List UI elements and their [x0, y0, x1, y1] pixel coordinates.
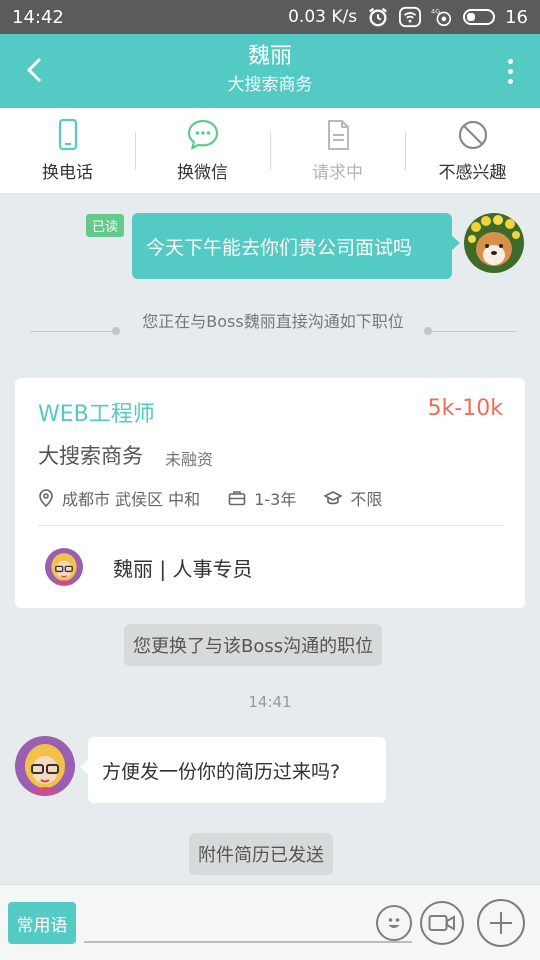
ban-icon [458, 120, 487, 150]
more-dot [507, 78, 513, 84]
quick-phrases-button[interactable]: 常用语 [8, 902, 76, 944]
woman-avatar-icon [45, 548, 83, 586]
network-speed: 0.03 K/s [288, 7, 358, 27]
my-avatar[interactable] [464, 213, 524, 273]
header-title: 魏丽 大搜索商务 [100, 42, 440, 98]
their-message-bubble[interactable]: 方便发一份你的简历过来吗? [80, 737, 386, 803]
battery-level: 16 [505, 6, 528, 28]
more-actions-button[interactable] [477, 899, 525, 947]
job-experience-text: 1-3年 [254, 490, 297, 509]
dog-avatar-icon [464, 213, 524, 273]
resume-sent-text: 附件简历已发送 [198, 845, 324, 866]
status-bar: 14:42 0.03 K/s 4G 16 [0, 0, 540, 34]
job-education: 不限 [324, 486, 382, 510]
contact-name: 魏丽 [247, 44, 292, 69]
video-camera-icon [428, 915, 455, 931]
not-interested-label: 不感兴趣 [438, 163, 507, 183]
more-vertical-icon [507, 58, 513, 64]
resume-sent-notice: 附件简历已发送 [189, 833, 333, 875]
briefcase-icon [228, 491, 246, 506]
exchange-phone-label: 换电话 [42, 163, 93, 183]
emoji-button[interactable] [376, 905, 412, 941]
job-funding-stage: 未融资 [165, 450, 214, 469]
woman-avatar-icon [15, 736, 75, 796]
battery-icon [463, 9, 496, 25]
chat-area[interactable]: 已读 今天下午能去你们贵公司面试吗 您正在与Boss魏丽直接沟通如下职位 WEB… [0, 194, 540, 884]
job-card[interactable]: WEB工程师 5k-10k 大搜索商务 未融资 成都市 武侯区 中和 1-3年 … [15, 378, 525, 608]
job-salary: 5k-10k [427, 396, 503, 421]
alarm-icon [369, 7, 388, 27]
quick-phrases-label: 常用语 [16, 915, 68, 936]
notice-dot-right [424, 327, 432, 335]
exchange-wechat-label: 换微信 [177, 163, 228, 183]
position-notice: 您正在与Boss魏丽直接沟通如下职位 [0, 312, 540, 354]
job-location-text: 成都市 武侯区 中和 [62, 490, 201, 509]
notice-line-right [432, 331, 517, 332]
signal-icon: 4G [431, 7, 452, 27]
exchange-wechat-button[interactable]: 换微信 [135, 108, 270, 193]
request-pending-label: 请求中 [312, 163, 363, 183]
action-bar: 换电话 换微信 请求中 不感兴趣 [0, 108, 540, 194]
exchange-phone-button[interactable]: 换电话 [0, 108, 135, 193]
input-bar: 常用语 [0, 884, 540, 960]
job-education-text: 不限 [350, 490, 383, 509]
notice-dot-left [112, 327, 120, 335]
document-icon [327, 120, 349, 150]
job-title: WEB工程师 [38, 402, 155, 427]
boss-name-title: 魏丽 | 人事专员 [113, 556, 253, 581]
my-message-text: 今天下午能去你们贵公司面试吗 [146, 236, 413, 259]
wechat-icon [187, 119, 218, 151]
graduation-cap-icon [324, 491, 343, 505]
switch-position-text: 您更换了与该Boss沟通的职位 [133, 636, 374, 657]
job-experience: 1-3年 [228, 486, 296, 510]
job-boss-row: 魏丽 | 人事专员 [45, 548, 252, 586]
switch-position-notice: 您更换了与该Boss沟通的职位 [124, 624, 383, 666]
job-meta: 成都市 武侯区 中和 1-3年 不限 [38, 486, 410, 510]
message-input[interactable] [84, 905, 412, 943]
their-message-text: 方便发一份你的简历过来吗? [102, 760, 341, 783]
more-menu-button[interactable] [498, 54, 522, 88]
smiley-icon [388, 918, 400, 928]
status-time: 14:42 [12, 6, 64, 28]
message-timestamp: 14:41 [248, 693, 292, 711]
status-right: 0.03 K/s 4G 16 [288, 6, 528, 28]
boss-chat-avatar[interactable] [15, 736, 75, 796]
wifi-icon [399, 6, 422, 28]
contact-company: 大搜索商务 [227, 75, 313, 95]
more-dot [507, 68, 513, 74]
request-pending-button[interactable]: 请求中 [270, 108, 405, 193]
phone-icon [58, 118, 77, 151]
chevron-left-icon [26, 57, 42, 83]
location-pin-icon [39, 489, 53, 507]
my-message-bubble[interactable]: 今天下午能去你们贵公司面试吗 [132, 213, 460, 279]
job-location: 成都市 武侯区 中和 [38, 486, 200, 510]
chat-header: 魏丽 大搜索商务 [0, 34, 540, 108]
job-card-divider [38, 525, 503, 526]
plus-icon [490, 912, 512, 934]
notice-text: 您正在与Boss魏丽直接沟通如下职位 [142, 312, 404, 331]
job-company: 大搜索商务 [38, 444, 143, 468]
video-call-button[interactable] [420, 901, 464, 945]
not-interested-button[interactable]: 不感兴趣 [405, 108, 540, 193]
read-badge: 已读 [86, 214, 125, 237]
back-button[interactable] [16, 52, 52, 88]
notice-line-left [30, 331, 115, 332]
boss-avatar [45, 548, 83, 586]
